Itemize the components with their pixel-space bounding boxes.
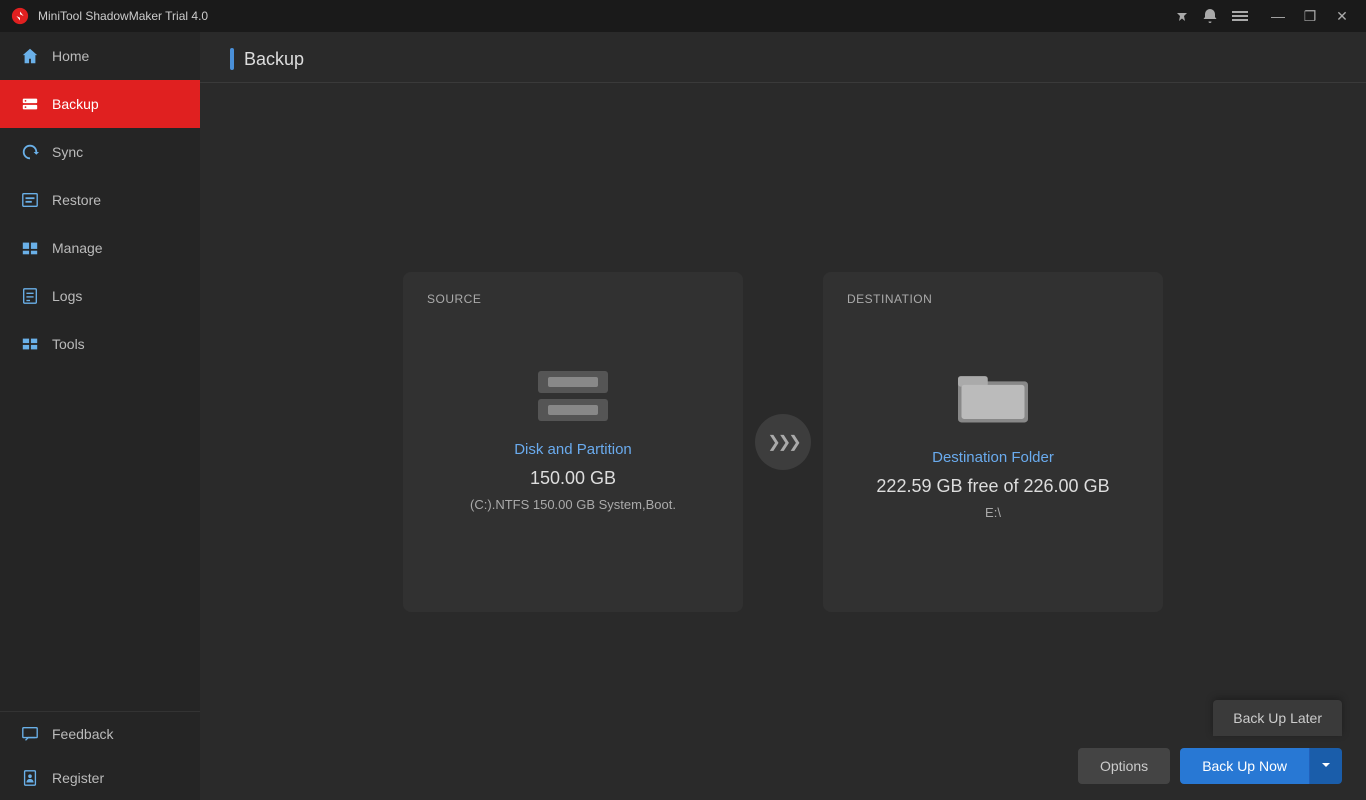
page-title-bar: Backup <box>230 48 304 70</box>
sidebar-label-restore: Restore <box>52 192 101 208</box>
page-title-accent <box>230 48 234 70</box>
sidebar-label-home: Home <box>52 48 89 64</box>
home-icon <box>20 46 40 66</box>
window-controls: — ❐ ✕ <box>1264 6 1356 26</box>
sidebar-label-feedback: Feedback <box>52 726 113 742</box>
pin-button[interactable] <box>1172 8 1188 24</box>
page-header: Backup <box>200 32 1366 83</box>
menu-button[interactable] <box>1232 8 1248 24</box>
maximize-button[interactable]: ❐ <box>1296 6 1324 26</box>
title-icon-group <box>1172 8 1248 24</box>
backup-now-dropdown[interactable] <box>1309 748 1342 784</box>
backup-later-label: Back Up Later <box>1233 710 1322 726</box>
backup-now-button[interactable]: Back Up Now <box>1180 748 1309 784</box>
app-icon <box>10 6 30 26</box>
app-title: MiniTool ShadowMaker Trial 4.0 <box>38 9 1172 23</box>
source-card[interactable]: SOURCE Disk and Partition 150.00 GB (C:)… <box>403 272 743 612</box>
close-button[interactable]: ✕ <box>1328 6 1356 26</box>
sync-icon <box>20 142 40 162</box>
sidebar-label-tools: Tools <box>52 336 85 352</box>
sidebar-item-tools[interactable]: Tools <box>0 320 200 368</box>
destination-freespace: 222.59 GB free of 226.00 GB <box>876 476 1109 497</box>
sidebar-label-logs: Logs <box>52 288 82 304</box>
destination-label: DESTINATION <box>847 292 932 306</box>
source-size: 150.00 GB <box>530 468 616 489</box>
arrow-circle: ❯❯❯ <box>755 414 811 470</box>
feedback-icon <box>20 724 40 744</box>
sidebar: Home Backup Sync Restore Manage <box>0 32 200 800</box>
arrow-connector: ❯❯❯ <box>743 412 823 472</box>
app-body: Home Backup Sync Restore Manage <box>0 32 1366 800</box>
backup-icon <box>20 94 40 114</box>
sidebar-item-restore[interactable]: Restore <box>0 176 200 224</box>
bottom-bar: Options Back Up Now <box>1054 732 1366 800</box>
tools-icon <box>20 334 40 354</box>
backup-now-group: Back Up Now <box>1180 748 1342 784</box>
register-icon <box>20 768 40 788</box>
notification-button[interactable] <box>1202 8 1218 24</box>
manage-icon <box>20 238 40 258</box>
minimize-button[interactable]: — <box>1264 6 1292 26</box>
sidebar-label-register: Register <box>52 770 104 786</box>
sidebar-item-manage[interactable]: Manage <box>0 224 200 272</box>
sidebar-item-sync[interactable]: Sync <box>0 128 200 176</box>
sidebar-item-home[interactable]: Home <box>0 32 200 80</box>
disk-icon <box>538 371 608 421</box>
source-info: (C:).NTFS 150.00 GB System,Boot. <box>470 497 676 512</box>
sidebar-item-register[interactable]: Register <box>0 756 200 800</box>
sidebar-item-feedback[interactable]: Feedback <box>0 712 200 756</box>
sidebar-label-backup: Backup <box>52 96 99 112</box>
logs-icon <box>20 286 40 306</box>
destination-card[interactable]: DESTINATION Destination Folder 222.59 GB… <box>823 272 1163 612</box>
destination-path: E:\ <box>985 505 1001 520</box>
destination-title: Destination Folder <box>932 449 1054 466</box>
backup-content: SOURCE Disk and Partition 150.00 GB (C:)… <box>200 83 1366 800</box>
sidebar-item-backup[interactable]: Backup <box>0 80 200 128</box>
backup-later-popup[interactable]: Back Up Later <box>1213 700 1342 736</box>
main-content: Backup SOURCE Disk and Partition 150.00 … <box>200 32 1366 800</box>
sidebar-item-logs[interactable]: Logs <box>0 272 200 320</box>
sidebar-label-sync: Sync <box>52 144 83 160</box>
options-button[interactable]: Options <box>1078 748 1170 784</box>
page-title: Backup <box>244 49 304 70</box>
sidebar-label-manage: Manage <box>52 240 103 256</box>
title-bar: MiniTool ShadowMaker Trial 4.0 — ❐ ✕ <box>0 0 1366 32</box>
source-label: SOURCE <box>427 292 481 306</box>
source-title: Disk and Partition <box>514 441 632 458</box>
sidebar-bottom: Feedback Register <box>0 711 200 800</box>
folder-icon <box>958 364 1028 429</box>
restore-icon <box>20 190 40 210</box>
